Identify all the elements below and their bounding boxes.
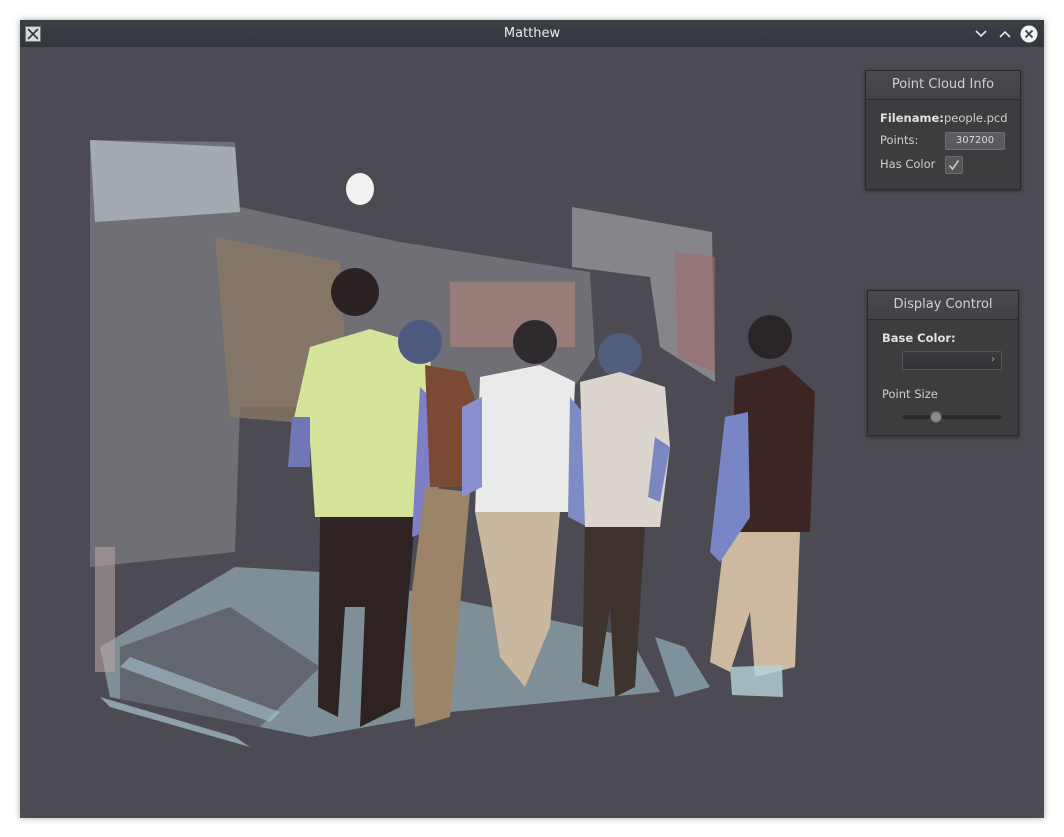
filename-label: Filename:: [880, 111, 944, 125]
person-1-pants: [318, 517, 415, 727]
point-cloud-left-edge: [95, 547, 115, 672]
point-cloud-info-panel: Point Cloud Info Filename: people.pcd Po…: [865, 70, 1021, 190]
close-icon[interactable]: [1019, 24, 1039, 44]
person-1-arm-left: [288, 417, 310, 467]
base-color-button[interactable]: ›: [902, 351, 1002, 370]
filename-value: people.pcd: [944, 111, 1008, 125]
display-control-title: Display Control: [868, 291, 1018, 320]
point-cloud-info-title: Point Cloud Info: [866, 71, 1020, 100]
point-cloud-right-edge: [655, 637, 710, 697]
person-3-arm-left: [462, 397, 482, 497]
maximize-icon[interactable]: [995, 24, 1015, 44]
minimize-icon[interactable]: [971, 24, 991, 44]
point-cloud-right-floor: [730, 665, 783, 697]
window-title: Matthew: [503, 26, 561, 41]
point-cloud-stray-blob: [346, 173, 374, 205]
points-value-field: 307200: [945, 132, 1005, 150]
person-3-shirt: [475, 365, 575, 512]
display-control-panel: Display Control Base Color: › Point Size: [867, 290, 1019, 436]
title-bar[interactable]: Matthew: [20, 20, 1044, 47]
point-cloud-upper-window: [90, 140, 240, 222]
checkmark-icon: [948, 160, 960, 171]
person-1-head: [331, 268, 379, 316]
base-color-label: Base Color:: [882, 331, 956, 345]
has-color-checkbox[interactable]: [945, 156, 963, 174]
point-size-slider-thumb[interactable]: [930, 411, 942, 423]
person-4-head: [598, 333, 642, 377]
point-size-slider[interactable]: [902, 411, 1002, 423]
point-size-label: Point Size: [882, 387, 938, 401]
person-3-head: [513, 320, 557, 364]
chevron-right-icon: ›: [991, 354, 995, 365]
has-color-label: Has Color: [880, 157, 936, 171]
person-2-head: [398, 320, 442, 364]
app-window: Matthew Point Cloud Info Filename: peopl…: [20, 20, 1044, 818]
person-5-head: [748, 315, 792, 359]
point-cloud-shelf: [675, 252, 715, 372]
points-label: Points:: [880, 133, 919, 147]
